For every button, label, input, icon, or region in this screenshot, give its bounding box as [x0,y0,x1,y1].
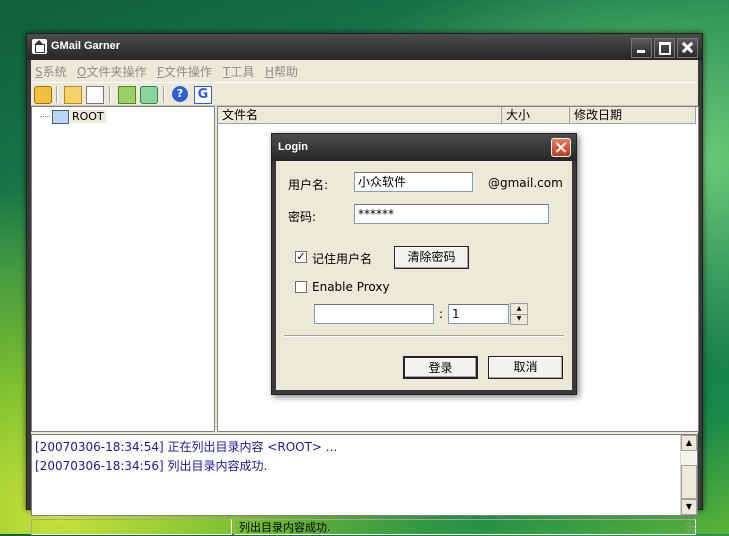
dialog-title: Login [278,141,308,153]
clear-password-button[interactable]: 清除密码 [394,246,469,269]
dialog-close-button[interactable] [551,138,571,157]
menu-tools[interactable]: T工具 [223,63,254,80]
remember-username-checkbox[interactable]: ✓ [295,251,307,263]
dialog-divider [284,335,564,337]
toolbar: ? G [31,82,698,106]
scroll-up-button[interactable]: ▲ [681,435,697,451]
menu-file-ops[interactable]: F文件操作 [157,63,212,80]
folder-up-icon[interactable] [118,86,136,104]
cancel-button[interactable]: 取消 [488,356,563,379]
title-bar[interactable]: GMail Garner [27,34,702,60]
column-size[interactable]: 大小 [502,107,570,124]
tree-connector [40,116,50,117]
dialog-body: 用户名: 小众软件 @gmail.com 密码: ****** ✓ 记住用户名 … [276,161,572,390]
proxy-port-field[interactable]: 1 [448,304,509,324]
tree-root-label[interactable]: ROOT [70,110,106,123]
password-field[interactable]: ****** [354,204,549,224]
menu-bar: S系统 O文件夹操作 F文件操作 T工具 H帮助 [31,60,698,80]
app-home-icon [32,39,47,54]
help-icon[interactable]: ? [172,86,188,102]
folder-tree[interactable]: ROOT [31,106,215,432]
column-filename[interactable]: 文件名 [218,107,502,124]
folder-open-icon[interactable] [64,86,82,104]
key-icon[interactable] [34,86,52,104]
dialog-title-bar[interactable]: Login [272,134,576,161]
domain-label: @gmail.com [488,176,563,190]
gmail-g-icon[interactable]: G [194,86,212,104]
menu-help[interactable]: H帮助 [265,63,298,80]
proxy-host-field[interactable] [314,304,434,324]
resize-grip[interactable] [686,522,696,532]
username-field[interactable]: 小众软件 [354,172,473,192]
log-line: [20070306-18:34:54] 正在列出目录内容 <ROOT> ... [35,440,338,454]
log-scrollbar[interactable]: ▲ ▼ [680,435,697,515]
scroll-thumb[interactable] [681,465,697,499]
toolbar-separator [56,86,58,103]
password-label: 密码: [288,210,317,224]
enable-proxy-label[interactable]: Enable Proxy [312,280,390,294]
enable-proxy-checkbox[interactable] [295,281,307,293]
login-button[interactable]: 登录 [403,356,478,379]
refresh-icon[interactable] [140,86,158,104]
spin-down-icon[interactable]: ▼ [511,314,527,324]
menu-folder-ops[interactable]: O文件夹操作 [77,63,146,80]
maximize-button[interactable] [654,38,675,58]
proxy-separator: : [439,307,444,321]
minimize-button[interactable] [631,38,652,58]
computer-icon [52,110,69,124]
scroll-down-button[interactable]: ▼ [681,499,697,515]
document-icon[interactable] [86,86,104,104]
toolbar-separator [109,86,111,103]
username-label: 用户名: [288,178,329,192]
toolbar-separator [163,86,165,103]
status-bar: 列出目录内容成功. [31,518,698,536]
status-message: 列出目录内容成功. [234,519,696,535]
menu-system[interactable]: S系统 [35,63,67,80]
column-modified[interactable]: 修改日期 [570,107,696,124]
window-title: GMail Garner [51,40,121,52]
log-line: [20070306-18:34:56] 列出目录内容成功. [35,459,268,473]
status-cell-empty [31,519,232,535]
log-panel[interactable]: [20070306-18:34:54] 正在列出目录内容 <ROOT> ... … [31,434,698,516]
login-dialog: Login 用户名: 小众软件 @gmail.com 密码: ****** ✓ … [271,133,577,395]
remember-username-label[interactable]: 记住用户名 [312,250,372,267]
close-button[interactable] [677,38,698,58]
proxy-port-spinner[interactable]: ▲ ▼ [510,303,528,325]
